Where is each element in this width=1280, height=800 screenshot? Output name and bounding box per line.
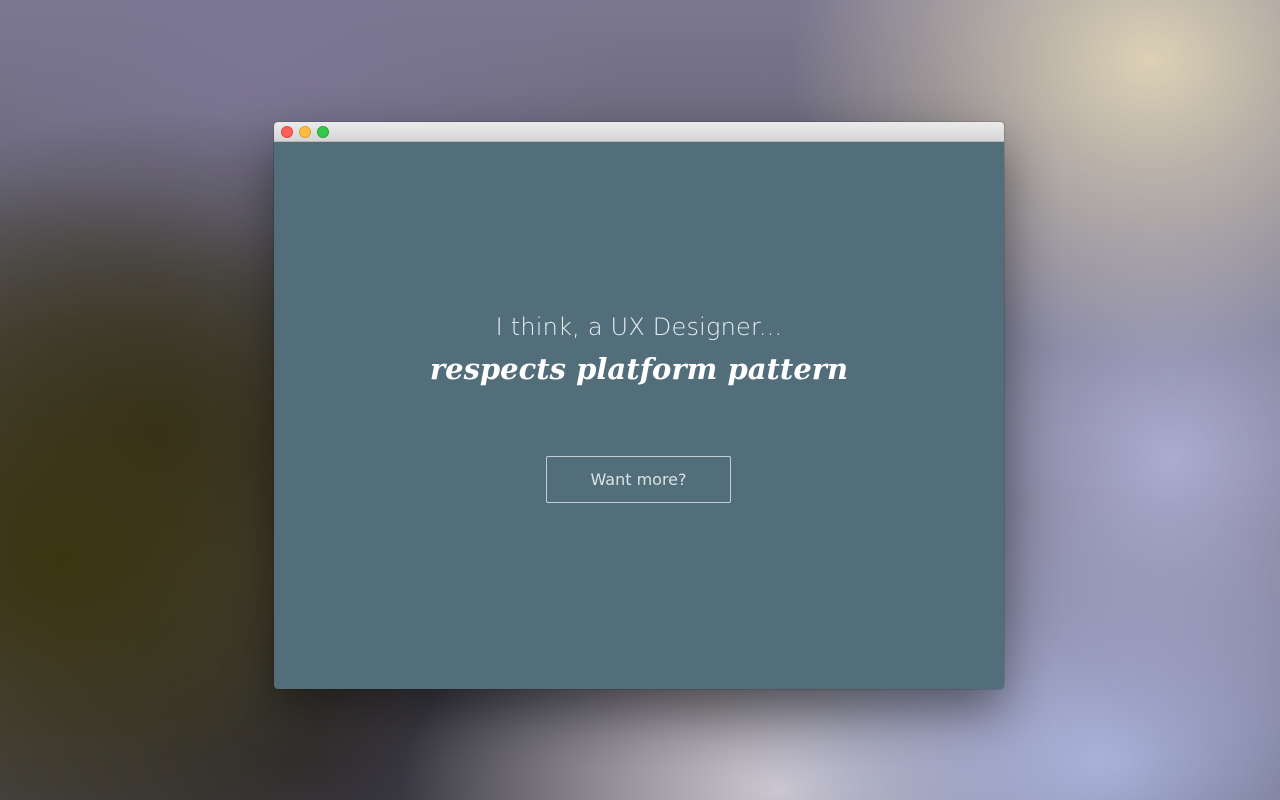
window-content: I think, a UX Designer... respects platf… [274,142,1004,689]
want-more-button[interactable]: Want more? [546,456,731,503]
minimize-window-icon[interactable] [299,126,311,138]
close-window-icon[interactable] [281,126,293,138]
headline-text: respects platform pattern [429,352,849,386]
app-window: I think, a UX Designer... respects platf… [274,122,1004,689]
window-titlebar[interactable] [274,122,1004,142]
zoom-window-icon[interactable] [317,126,329,138]
intro-text: I think, a UX Designer... [495,313,783,341]
